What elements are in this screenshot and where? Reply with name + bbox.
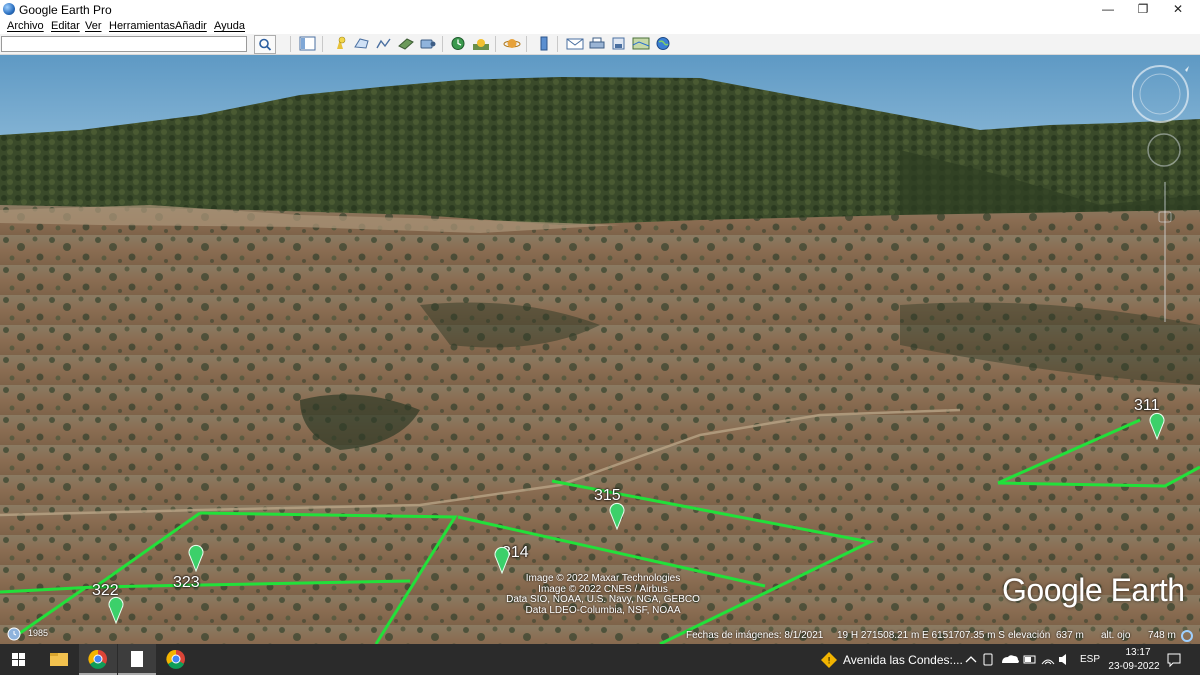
toolbar-separator	[442, 36, 443, 52]
ruler-icon[interactable]	[535, 36, 551, 51]
eye-altitude-label: alt. ojo	[1101, 630, 1131, 641]
path-icon[interactable]	[375, 36, 391, 51]
menu-ayuda[interactable]: Ayuda	[214, 20, 245, 32]
search-icon	[259, 38, 272, 51]
placemark-pin-icon[interactable]	[108, 596, 124, 624]
sidebar-toggle-icon[interactable]	[299, 36, 316, 51]
volume-icon[interactable]	[1059, 654, 1066, 665]
save-image-icon[interactable]	[610, 36, 626, 51]
windows-start-icon	[12, 653, 25, 666]
toolbar-separator	[322, 36, 323, 52]
toolbar-separator	[495, 36, 496, 52]
toolbar-separator	[526, 36, 527, 52]
menu-ver[interactable]: Ver	[85, 20, 102, 32]
traffic-warning-icon[interactable]: !	[820, 651, 838, 669]
placemark-pin-icon[interactable]	[188, 544, 204, 572]
placemark-pin-icon[interactable]	[494, 546, 510, 574]
notifications-icon[interactable]	[1166, 652, 1182, 668]
historical-year: 1985	[28, 628, 49, 638]
terrain-view[interactable]	[0, 55, 1200, 644]
toolbar-separator	[290, 36, 291, 52]
document-icon	[131, 651, 143, 667]
sunlight-icon[interactable]	[472, 36, 489, 51]
placemark-pin-icon[interactable]	[1149, 412, 1165, 440]
menu-anadir[interactable]: Añadir	[175, 20, 207, 32]
traffic-notification[interactable]: Avenida las Condes:...	[843, 653, 963, 667]
notepad-button[interactable]	[118, 644, 156, 675]
placemark-icon[interactable]	[331, 36, 347, 51]
toolbar	[0, 34, 1200, 55]
clock-time[interactable]: 13:17	[1110, 647, 1166, 658]
chrome-button-2[interactable]	[157, 644, 195, 675]
credit-line: Data SIO, NOAA, U.S. Navy, NGA, GEBCO	[506, 594, 700, 605]
device-icon[interactable]	[983, 653, 993, 666]
toolbar-separator	[557, 36, 558, 52]
search-button[interactable]	[254, 35, 276, 54]
status-bar: Fechas de imágenes: 8/1/2021 19 H 271508…	[680, 628, 1200, 644]
menu-editar[interactable]: Editar	[51, 20, 80, 32]
placemark-pin-icon[interactable]	[609, 502, 625, 530]
record-tour-icon[interactable]	[419, 36, 436, 51]
taskbar: ! Avenida las Condes:... ESP 13:17 23-09…	[0, 644, 1200, 675]
title-bar: Google Earth Pro — ❐ ✕	[0, 0, 1200, 19]
look-joystick-icon[interactable]	[1147, 133, 1181, 167]
streaming-indicator-icon	[1181, 630, 1193, 642]
view-maps-icon[interactable]	[632, 36, 650, 51]
close-button[interactable]: ✕	[1155, 0, 1200, 19]
planets-icon[interactable]	[503, 36, 521, 51]
map-viewport[interactable]: 311 315 314 323 322 Image © 2022 Maxar T…	[0, 55, 1200, 644]
chrome-icon	[88, 649, 107, 669]
zoom-slider[interactable]	[1158, 182, 1172, 322]
search-input[interactable]	[1, 36, 247, 52]
coordinates: 19 H 271508.21 m E 6151707.35 m S	[837, 630, 1005, 641]
eye-altitude-value: 748 m	[1148, 630, 1176, 641]
imagery-credits: Image © 2022 Maxar Technologies Image © …	[498, 573, 708, 616]
cloud-icon[interactable]	[1002, 655, 1019, 663]
print-icon[interactable]	[588, 36, 605, 51]
folder-icon	[50, 653, 68, 666]
chrome-icon	[166, 649, 185, 669]
clock-icon	[7, 627, 21, 641]
credit-line: Data LDEO-Columbia, NSF, NOAA	[525, 604, 681, 616]
menu-herramientas[interactable]: Herramientas	[109, 20, 175, 32]
google-earth-watermark: Google Earth	[1002, 572, 1185, 608]
earth-gallery-icon[interactable]	[654, 36, 670, 51]
chevron-up-icon[interactable]	[965, 656, 977, 663]
svg-text:!: !	[827, 657, 831, 667]
language-indicator[interactable]: ESP	[1080, 654, 1100, 665]
start-button[interactable]	[0, 644, 38, 675]
menu-archivo[interactable]: Archivo	[7, 20, 44, 32]
navigation-controls[interactable]	[1132, 62, 1196, 332]
imagery-date: Fechas de imágenes: 8/1/2021	[686, 630, 824, 641]
historical-imagery-widget[interactable]: 1985	[4, 627, 54, 641]
google-earth-logo-icon	[3, 3, 15, 15]
image-overlay-icon[interactable]	[397, 36, 414, 51]
placemark-label: 323	[173, 574, 200, 591]
chrome-button[interactable]	[79, 644, 117, 675]
compass-ring-icon[interactable]	[1132, 65, 1189, 123]
file-explorer-button[interactable]	[40, 644, 78, 675]
historical-imagery-icon[interactable]	[450, 36, 466, 51]
email-icon[interactable]	[566, 36, 584, 51]
polygon-icon[interactable]	[353, 36, 369, 51]
menu-bar: Archivo Editar Ver Herramientas Añadir A…	[0, 19, 1200, 34]
window-title: Google Earth Pro	[19, 3, 112, 17]
credit-line: Image © 2022 Maxar Technologies	[525, 573, 681, 584]
clock-date[interactable]: 23-09-2022	[1104, 661, 1164, 672]
elevation-value: 637 m	[1056, 630, 1084, 641]
elevation-label: elevación	[1008, 630, 1051, 641]
